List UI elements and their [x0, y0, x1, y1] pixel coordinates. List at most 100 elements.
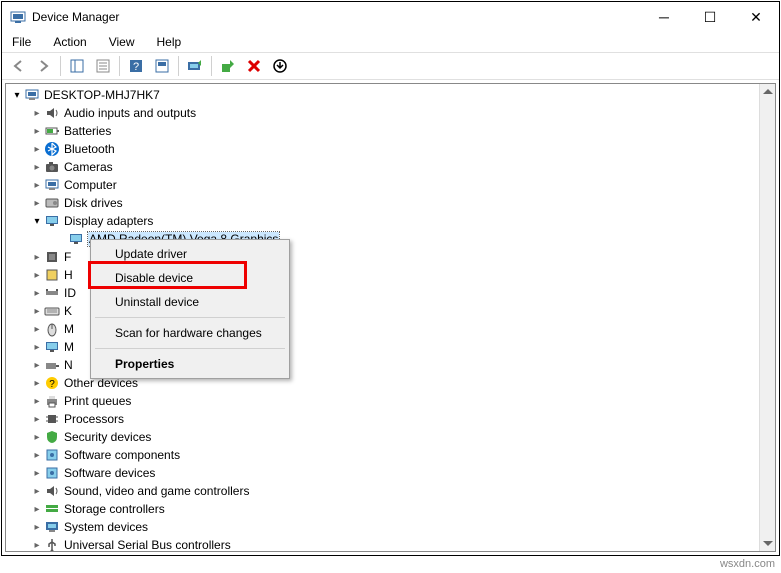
menu-file[interactable]: File	[8, 33, 35, 51]
ctx-update-driver[interactable]: Update driver	[93, 242, 287, 266]
tree-item-label: ID	[64, 286, 76, 300]
maximize-button[interactable]: ☐	[687, 2, 733, 32]
expand-chevron-icon[interactable]: ▸	[30, 504, 44, 515]
expand-chevron-icon[interactable]: ▸	[30, 198, 44, 209]
device-manager-window: Device Manager ─ ☐ ✕ File Action View He…	[1, 1, 780, 556]
ctx-uninstall-device[interactable]: Uninstall device	[93, 290, 287, 314]
expand-chevron-icon[interactable]: ▸	[30, 522, 44, 533]
expand-chevron-icon[interactable]: ▾	[30, 216, 44, 227]
menu-help[interactable]: Help	[153, 33, 186, 51]
menu-view[interactable]: View	[105, 33, 139, 51]
enable-button[interactable]	[216, 54, 240, 78]
expand-chevron-icon[interactable]: ▸	[30, 432, 44, 443]
action-button[interactable]	[150, 54, 174, 78]
tree-item-label: M	[64, 340, 74, 354]
disable-button[interactable]	[242, 54, 266, 78]
tree-item-label: Universal Serial Bus controllers	[64, 538, 231, 552]
tree-item-label: F	[64, 250, 71, 264]
tree-category[interactable]: ▸ Storage controllers	[6, 500, 775, 518]
expand-chevron-icon[interactable]: ▸	[30, 378, 44, 389]
mouse-icon	[44, 321, 60, 337]
expand-chevron-icon[interactable]: ▸	[30, 144, 44, 155]
tree-category[interactable]: ▸ Security devices	[6, 428, 775, 446]
keyboard-icon	[44, 303, 60, 319]
tree-item-label: Security devices	[64, 430, 151, 444]
expand-chevron-icon[interactable]: ▸	[30, 324, 44, 335]
tree-category[interactable]: ▸ Software devices	[6, 464, 775, 482]
tree-item-label: Batteries	[64, 124, 111, 138]
properties-button[interactable]	[91, 54, 115, 78]
usb-icon	[44, 537, 60, 552]
camera-icon	[44, 159, 60, 175]
tree-item-label: Sound, video and game controllers	[64, 484, 249, 498]
tree-category[interactable]: ▸Audio inputs and outputs	[6, 104, 775, 122]
printer-icon	[44, 393, 60, 409]
expand-chevron-icon[interactable]: ▸	[30, 486, 44, 497]
app-icon	[10, 9, 26, 25]
expand-chevron-icon[interactable]: ▾	[10, 90, 24, 101]
tree-item-label: Bluetooth	[64, 142, 115, 156]
tree-item-label: Disk drives	[64, 196, 123, 210]
expand-chevron-icon[interactable]: ▸	[30, 288, 44, 299]
expand-chevron-icon[interactable]: ▸	[30, 162, 44, 173]
close-button[interactable]: ✕	[733, 2, 779, 32]
ctx-disable-device[interactable]: Disable device	[93, 266, 287, 290]
tree-item-label: Processors	[64, 412, 124, 426]
tree-item-label: System devices	[64, 520, 148, 534]
tree-category[interactable]: ▸ System devices	[6, 518, 775, 536]
tree-category[interactable]: ▸ Disk drives	[6, 194, 775, 212]
tree-category[interactable]: ▸ Batteries	[6, 122, 775, 140]
expand-chevron-icon[interactable]: ▸	[30, 342, 44, 353]
tree-category[interactable]: ▾ Display adapters	[6, 212, 775, 230]
window-title: Device Manager	[32, 10, 641, 24]
tree-category[interactable]: ▸Software components	[6, 446, 775, 464]
window-buttons: ─ ☐ ✕	[641, 2, 779, 32]
other-icon: ?	[44, 375, 60, 391]
computer-icon	[24, 87, 40, 103]
help-button[interactable]: ?	[124, 54, 148, 78]
hid-icon	[44, 267, 60, 283]
vertical-scrollbar[interactable]	[759, 84, 775, 551]
expand-chevron-icon[interactable]: ▸	[30, 270, 44, 281]
tree-category[interactable]: ▸ Sound, video and game controllers	[6, 482, 775, 500]
scan-button[interactable]	[183, 54, 207, 78]
back-button[interactable]	[6, 54, 30, 78]
tree-item-label: M	[64, 322, 74, 336]
tree-category[interactable]: ▸Computer	[6, 176, 775, 194]
uninstall-button[interactable]	[268, 54, 292, 78]
tree-category[interactable]: ▸ Processors	[6, 410, 775, 428]
device-tree-pane: ▾DESKTOP-MHJ7HK7▸Audio inputs and output…	[5, 83, 776, 552]
tree-root[interactable]: ▾DESKTOP-MHJ7HK7	[6, 86, 775, 104]
expand-chevron-icon[interactable]: ▸	[30, 360, 44, 371]
expand-chevron-icon[interactable]: ▸	[30, 468, 44, 479]
tree-category[interactable]: ▸ Bluetooth	[6, 140, 775, 158]
display-icon	[68, 231, 84, 247]
audio-icon	[44, 483, 60, 499]
expand-chevron-icon[interactable]: ▸	[30, 126, 44, 137]
forward-button[interactable]	[32, 54, 56, 78]
minimize-button[interactable]: ─	[641, 2, 687, 32]
ctx-properties[interactable]: Properties	[93, 352, 287, 376]
tree-item-label: Software devices	[64, 466, 155, 480]
context-menu: Update driver Disable device Uninstall d…	[90, 239, 290, 379]
expand-chevron-icon[interactable]: ▸	[30, 540, 44, 551]
tree-category[interactable]: ▸Print queues	[6, 392, 775, 410]
expand-chevron-icon[interactable]: ▸	[30, 180, 44, 191]
expand-chevron-icon[interactable]: ▸	[30, 108, 44, 119]
tree-category[interactable]: ▸ Universal Serial Bus controllers	[6, 536, 775, 552]
menu-action[interactable]: Action	[49, 33, 90, 51]
tree-item-label: Display adapters	[64, 214, 153, 228]
expand-chevron-icon[interactable]: ▸	[30, 414, 44, 425]
svg-text:?: ?	[49, 379, 55, 390]
expand-chevron-icon[interactable]: ▸	[30, 252, 44, 263]
show-hide-button[interactable]	[65, 54, 89, 78]
tree-item-label: Storage controllers	[64, 502, 165, 516]
bluetooth-icon	[44, 141, 60, 157]
expand-chevron-icon[interactable]: ▸	[30, 450, 44, 461]
tree-category[interactable]: ▸Cameras	[6, 158, 775, 176]
expand-chevron-icon[interactable]: ▸	[30, 306, 44, 317]
expand-chevron-icon[interactable]: ▸	[30, 396, 44, 407]
ctx-scan-hardware[interactable]: Scan for hardware changes	[93, 321, 287, 345]
toolbar: ?	[2, 52, 779, 80]
titlebar[interactable]: Device Manager ─ ☐ ✕	[2, 2, 779, 32]
